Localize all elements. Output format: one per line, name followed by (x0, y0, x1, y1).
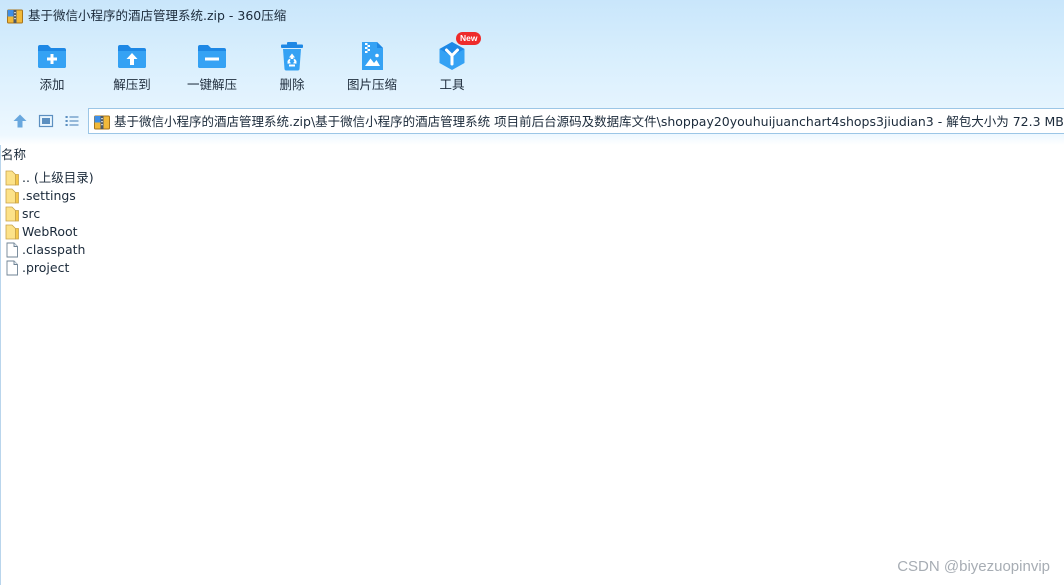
tools-button[interactable]: New 工具 (412, 32, 492, 96)
address-path: 基于微信小程序的酒店管理系统.zip\基于微信小程序的酒店管理系统 项目前后台源… (114, 114, 1064, 129)
list-item-classpath[interactable]: .classpath (4, 241, 404, 259)
file-icon (6, 242, 18, 258)
file-list-pane: 名称 .. (上级目录) .settings src WebRoot .clas… (0, 145, 1064, 585)
image-compress-label: 图片压缩 (346, 77, 397, 92)
list-view-icon[interactable] (64, 113, 80, 129)
delete-button[interactable]: 删除 (252, 34, 332, 96)
main-toolbar: 添加 解压到 一键解压 删除 图片压缩 New 工具 (0, 32, 520, 96)
file-name: src (22, 206, 41, 221)
extract-to-icon (118, 45, 146, 68)
folder-icon (5, 206, 19, 222)
file-name: .. (上级目录) (22, 170, 94, 185)
list-item-project[interactable]: .project (4, 259, 404, 277)
archive-icon (94, 115, 110, 130)
new-badge: New (456, 32, 482, 45)
window-chrome: 基于微信小程序的酒店管理系统.zip - 360压缩 添加 解压到 一键解压 删… (0, 0, 1064, 145)
one-click-extract-label: 一键解压 (186, 77, 237, 92)
up-arrow-icon[interactable] (12, 113, 28, 129)
address-bar[interactable]: 基于微信小程序的酒店管理系统.zip\基于微信小程序的酒店管理系统 项目前后台源… (88, 108, 1064, 134)
file-name: WebRoot (22, 224, 78, 239)
delete-label: 删除 (279, 77, 305, 92)
list-item-parent-directory[interactable]: .. (上级目录) (4, 169, 404, 187)
folder-icon (5, 224, 19, 240)
thumbnail-view-icon[interactable] (38, 113, 54, 129)
list-item-settings[interactable]: .settings (4, 187, 404, 205)
extract-to-label: 解压到 (113, 77, 151, 92)
file-name: .classpath (22, 242, 86, 257)
archive-window: 基于微信小程序的酒店管理系统.zip - 360压缩 添加 解压到 一键解压 删… (0, 0, 1064, 585)
list-item-webroot[interactable]: WebRoot (4, 223, 404, 241)
add-folder-icon (38, 45, 66, 68)
file-list: .. (上级目录) .settings src WebRoot .classpa… (4, 169, 404, 277)
add-label: 添加 (39, 77, 65, 92)
file-name: .project (22, 260, 70, 275)
csdn-watermark: CSDN @biyezuopinvip (897, 558, 1050, 575)
folder-icon (5, 188, 19, 204)
file-icon (6, 260, 18, 276)
folder-icon (5, 170, 19, 186)
column-header-name[interactable]: 名称 (1, 147, 26, 163)
extract-to-button[interactable]: 解压到 (92, 34, 172, 96)
image-compress-button[interactable]: 图片压缩 (332, 34, 412, 96)
tools-label: 工具 (439, 77, 465, 92)
recycle-bin-icon (281, 42, 303, 71)
archive-app-icon (7, 9, 23, 24)
file-name: .settings (22, 188, 76, 203)
image-compress-icon (362, 42, 383, 70)
navigation-bar: 基于微信小程序的酒店管理系统.zip\基于微信小程序的酒店管理系统 项目前后台源… (0, 106, 1064, 136)
window-title: 基于微信小程序的酒店管理系统.zip - 360压缩 (28, 8, 287, 23)
list-item-src[interactable]: src (4, 205, 404, 223)
add-button[interactable]: 添加 (12, 34, 92, 96)
one-click-extract-button[interactable]: 一键解压 (172, 34, 252, 96)
one-click-extract-icon (198, 45, 226, 68)
title-bar: 基于微信小程序的酒店管理系统.zip - 360压缩 (0, 0, 1064, 32)
